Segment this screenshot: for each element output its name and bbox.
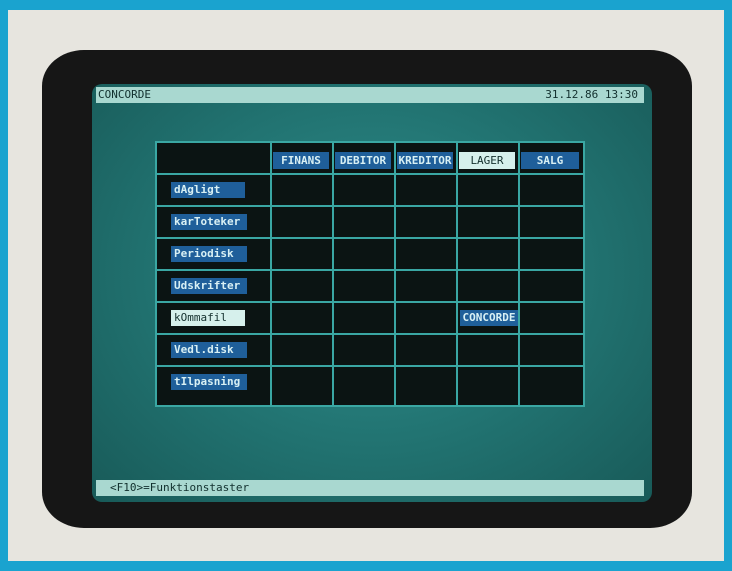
terminal-screen: CONCORDE 31.12.86 13:30 FINANS DEBITOR K… — [92, 84, 652, 502]
menu-row-kommafil[interactable]: kOmmafil — [171, 310, 245, 326]
grid-line — [394, 143, 396, 405]
grid-line — [456, 143, 458, 405]
menu-row-dagligt[interactable]: dAgligt — [171, 182, 245, 198]
function-key-bar: <F10>=Funktionstaster — [96, 480, 644, 496]
function-key-hint: <F10>=Funktionstaster — [110, 481, 250, 494]
grid-line — [518, 143, 520, 405]
column-header-debitor[interactable]: DEBITOR — [335, 152, 391, 169]
column-header-kreditor[interactable]: KREDITOR — [397, 152, 453, 169]
menu-row-kartoteker[interactable]: karToteker — [171, 214, 247, 230]
column-header-lager[interactable]: LAGER — [459, 152, 515, 169]
menu-row-vedl-disk[interactable]: Vedl.disk — [171, 342, 247, 358]
menu-row-periodisk[interactable]: Periodisk — [171, 246, 247, 262]
cell-concorde[interactable]: CONCORDE — [460, 310, 518, 326]
grid-line — [332, 143, 334, 405]
column-header-salg[interactable]: SALG — [521, 152, 579, 169]
column-header-finans[interactable]: FINANS — [273, 152, 329, 169]
title-bar: CONCORDE 31.12.86 13:30 — [96, 87, 644, 103]
menu-row-udskrifter[interactable]: Udskrifter — [171, 278, 247, 294]
menu-row-tilpasning[interactable]: tIlpasning — [171, 374, 247, 390]
app-title: CONCORDE — [98, 88, 151, 101]
date-time: 31.12.86 13:30 — [545, 88, 638, 101]
menu-grid: FINANS DEBITOR KREDITOR LAGER SALG dAgli… — [155, 141, 585, 407]
grid-line — [270, 143, 272, 405]
